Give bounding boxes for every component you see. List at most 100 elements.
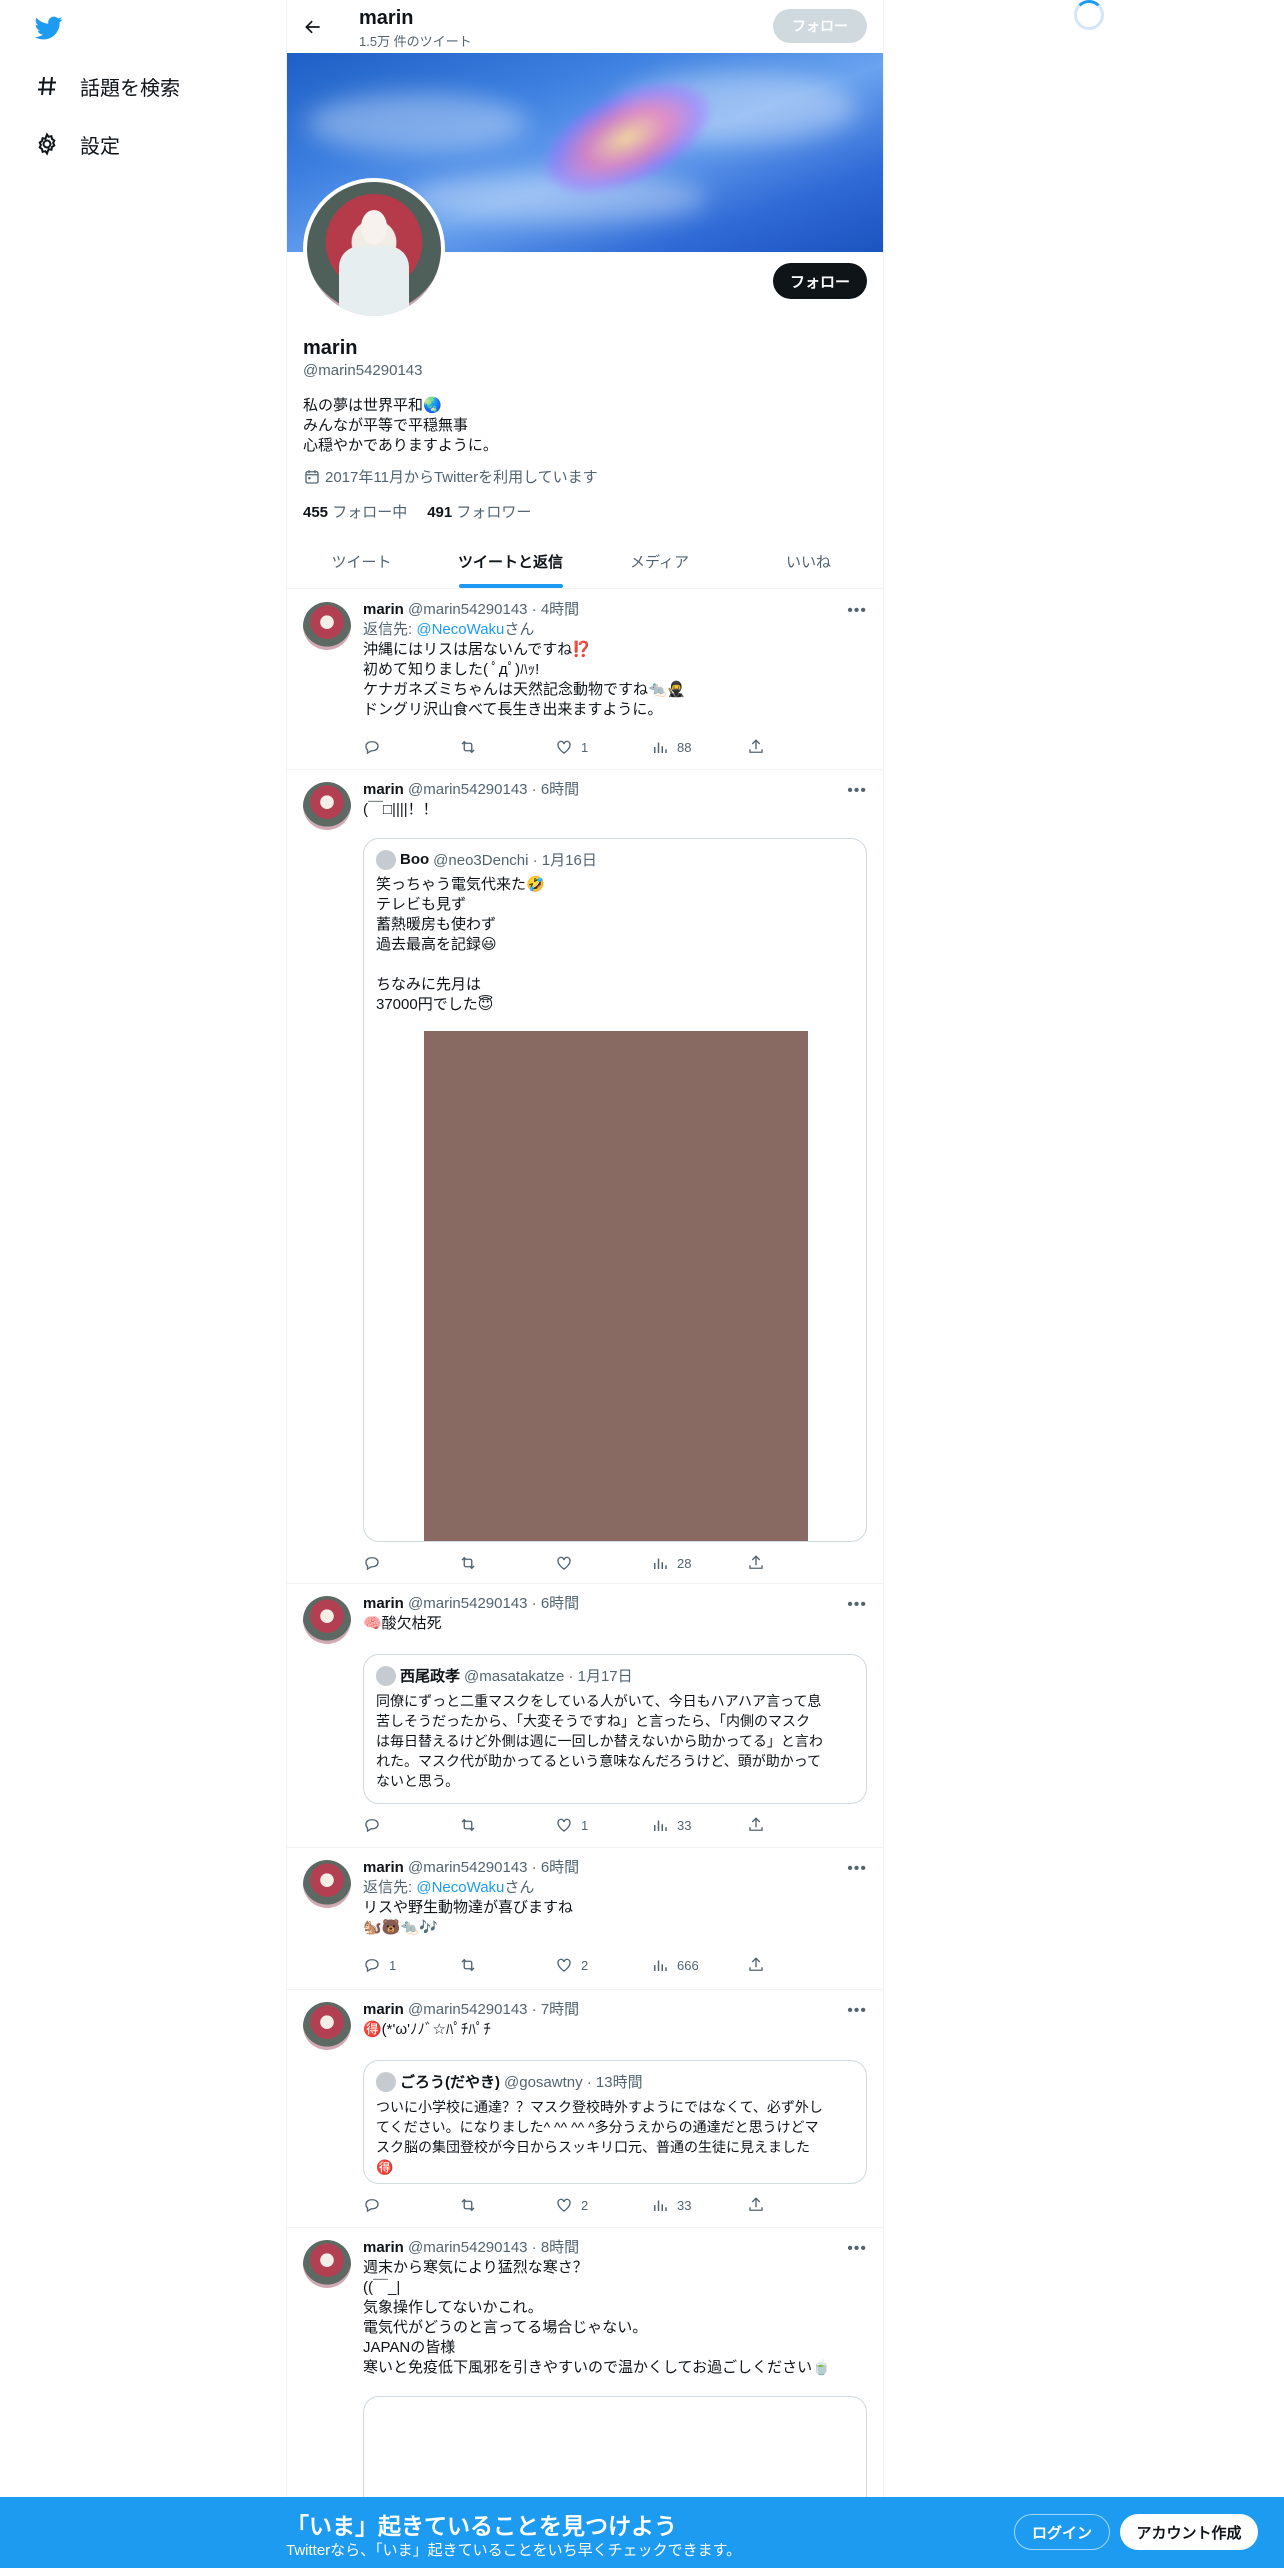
retweet-button[interactable] — [459, 1554, 485, 1572]
quote-author-name: Boo — [400, 851, 430, 868]
reply-icon — [365, 1557, 379, 1571]
reply-button[interactable]: 1 — [363, 1956, 396, 1974]
quote-media-image[interactable] — [424, 1031, 808, 1541]
signup-button[interactable]: アカウント作成 — [1120, 2514, 1258, 2550]
retweet-button[interactable] — [459, 1816, 485, 1834]
following-link[interactable]: 455 フォロー中 — [303, 501, 407, 522]
author-name[interactable]: marin — [363, 781, 404, 798]
share-button[interactable] — [747, 1554, 773, 1572]
quoted-tweet[interactable]: ごろう(だやき) @gosawtny · 13時間 ついに小学校に通達？？マスク登… — [363, 2060, 867, 2184]
quoted-tweet[interactable]: Boo @neo3Denchi · 1月16日 笑っちゃう電気代来た🤣 テレビも見… — [363, 838, 867, 1542]
login-button[interactable]: ログイン — [1014, 2514, 1110, 2550]
reply-button[interactable] — [363, 738, 389, 756]
author-name[interactable]: marin — [363, 2239, 404, 2256]
quote-line: れた。マスク代が助かってるという意味なんだろうけど、頭が助かって — [376, 1753, 822, 1769]
tweet-line: ((￣_| — [363, 2279, 401, 2296]
sidebar-item-explore[interactable]: 話題を検索 — [34, 64, 180, 108]
quote-author-meta: @gosawtny · 13時間 — [504, 2074, 643, 2091]
share-button[interactable] — [747, 1816, 773, 1834]
quote-header: ごろう(だやき) @gosawtny · 13時間 — [376, 2071, 643, 2092]
avatar[interactable] — [303, 2240, 351, 2288]
views-button[interactable]: 28 — [651, 1554, 691, 1572]
tweet[interactable]: ••• marin @marin54290143 · 6時間 返信先: @Nec… — [287, 1848, 883, 1990]
retweet-button[interactable] — [459, 1956, 485, 1974]
sidebar-item-settings[interactable]: 設定 — [34, 122, 120, 166]
quote-line: 蓄熱暖房も使わず — [376, 916, 497, 933]
tab-tweets-and-replies[interactable]: ツイートと返信 — [436, 535, 585, 588]
like-button[interactable]: 2 — [555, 1956, 588, 1974]
tweet-header: marin @marin54290143 · 6時間 — [363, 780, 867, 800]
share-button[interactable] — [747, 1956, 773, 1974]
followers-label: フォロワー — [456, 504, 532, 521]
mention-link[interactable]: @NecoWaku — [416, 1879, 504, 1896]
like-button[interactable]: 2 — [555, 2196, 588, 2214]
calendar-icon — [303, 468, 321, 486]
reply-button[interactable] — [363, 2196, 389, 2214]
tweet-header: marin @marin54290143 · 6時間 — [363, 1594, 867, 1614]
author-meta: @marin54290143 · 7時間 — [408, 2001, 580, 2018]
tweet[interactable]: ••• marin @marin54290143 · 6時間 🧠酸欠枯死 西尾政… — [287, 1584, 883, 1848]
tab-tweets[interactable]: ツイート — [287, 535, 436, 588]
views-icon — [654, 742, 667, 753]
quote-line: 苦しそうだったから、「大変そうですね」と言ったら、「内側のマスク — [376, 1713, 810, 1729]
header-follow-button[interactable]: フォロー — [773, 9, 867, 43]
back-arrow-icon[interactable] — [297, 11, 329, 43]
tab-media[interactable]: メディア — [585, 535, 734, 588]
tweet-line: 沖縄にはリスは居ないんですね⁉️ — [363, 641, 591, 658]
reply-button[interactable] — [363, 1816, 389, 1834]
tweet-body: marin @marin54290143 · 6時間 返信先: @NecoWak… — [363, 1858, 867, 1938]
author-name[interactable]: marin — [363, 1859, 404, 1876]
tweet-line: 気象操作してないかこれ。 — [363, 2299, 543, 2316]
profile-avatar[interactable] — [303, 178, 445, 320]
reply-button[interactable] — [363, 1554, 389, 1572]
author-name[interactable]: marin — [363, 2001, 404, 2018]
retweet-button[interactable] — [459, 2196, 485, 2214]
views-icon — [654, 2200, 667, 2211]
followers-link[interactable]: 491 フォロワー — [427, 501, 531, 522]
retweet-button[interactable] — [459, 738, 485, 756]
quote-author-meta: @neo3Denchi · 1月16日 — [433, 852, 597, 869]
quoted-tweet[interactable]: 西尾政孝 @masatakatze · 1月17日 同僚にずっと二重マスクをしてい… — [363, 1654, 867, 1804]
like-button[interactable]: 1 — [555, 1816, 588, 1834]
author-name[interactable]: marin — [363, 1595, 404, 1612]
like-count: 2 — [581, 2197, 589, 2213]
tweet-line: JAPANの皆様 — [363, 2339, 456, 2356]
avatar[interactable] — [303, 1596, 351, 1644]
views-button[interactable]: 666 — [651, 1956, 699, 1974]
mention-link[interactable]: @NecoWaku — [416, 621, 504, 638]
views-icon — [654, 1558, 667, 1569]
profile-tabs: ツイート ツイートと返信 メディア いいね — [287, 535, 883, 589]
tweet[interactable]: ••• marin @marin54290143 · 6時間 (￣□||||！！… — [287, 770, 883, 1584]
share-icon — [749, 739, 763, 753]
follow-button[interactable]: フォロー — [773, 263, 867, 299]
tweet-header: marin @marin54290143 · 4時間 — [363, 600, 867, 620]
share-button[interactable] — [747, 2196, 773, 2214]
views-button[interactable]: 33 — [651, 2196, 691, 2214]
avatar[interactable] — [303, 602, 351, 650]
avatar[interactable] — [303, 1860, 351, 1908]
view-count: 28 — [677, 1555, 692, 1571]
avatar[interactable] — [303, 782, 351, 830]
quote-line: 笑っちゃう電気代来た🤣 — [376, 876, 545, 893]
share-button[interactable] — [747, 738, 773, 756]
views-button[interactable]: 88 — [651, 738, 691, 756]
quote-author-meta: @masatakatze · 1月17日 — [464, 1668, 633, 1685]
tweet[interactable]: ••• marin @marin54290143 · 4時間 返信先: @Nec… — [287, 590, 883, 770]
tweet-header: marin @marin54290143 · 7時間 — [363, 2000, 867, 2020]
quote-header: 西尾政孝 @masatakatze · 1月17日 — [376, 1665, 633, 1686]
tweet-line: (￣□||||！！ — [363, 801, 438, 818]
tweet[interactable]: ••• marin @marin54290143 · 7時間 🉐(*'ω'ﾉﾉﾞ… — [287, 1990, 883, 2228]
views-button[interactable]: 33 — [651, 1816, 691, 1834]
twitter-logo-icon[interactable] — [32, 14, 66, 42]
tweet-body: marin @marin54290143 · 4時間 返信先: @NecoWak… — [363, 600, 867, 720]
quote-line — [376, 955, 856, 975]
avatar[interactable] — [303, 2002, 351, 2050]
like-button[interactable] — [555, 1554, 581, 1572]
author-name[interactable]: marin — [363, 601, 404, 618]
tab-likes[interactable]: いいね — [734, 535, 883, 588]
views-icon — [654, 1960, 667, 1971]
tweet-body: marin @marin54290143 · 7時間 🉐(*'ω'ﾉﾉﾞ☆ﾊﾟﾁ… — [363, 2000, 867, 2040]
reply-suffix: さん — [504, 621, 535, 638]
like-button[interactable]: 1 — [555, 738, 588, 756]
tweet-body: marin @marin54290143 · 8時間 週末から寒気により猛烈な寒… — [363, 2238, 867, 2378]
